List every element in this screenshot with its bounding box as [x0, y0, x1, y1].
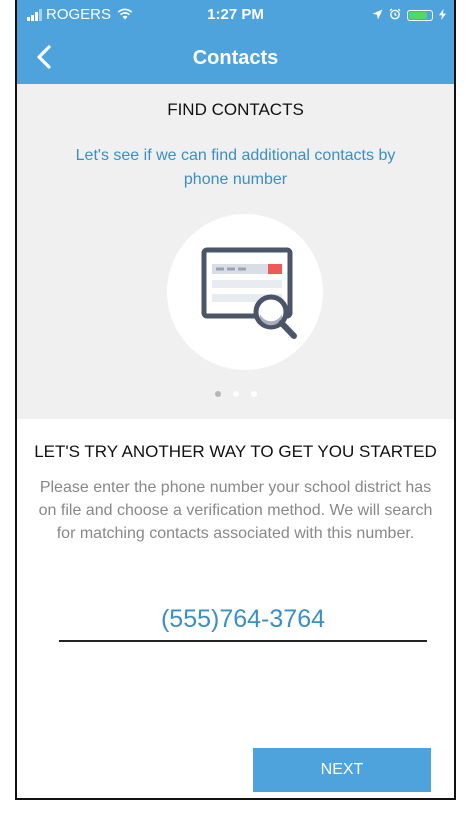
find-contacts-heading: FIND CONTACTS	[167, 100, 304, 119]
find-contacts-panel: FIND CONTACTS Let's see if we can find a…	[17, 84, 454, 419]
alternate-method-heading: LET'S TRY ANOTHER WAY TO GET YOU STARTED	[34, 442, 437, 461]
alternate-method-description: Please enter the phone number your schoo…	[38, 479, 433, 542]
alarm-icon	[389, 8, 401, 23]
status-bar: ROGERS 1:27 PM	[17, 0, 454, 34]
battery-icon	[407, 10, 433, 21]
nav-bar: Contacts	[17, 34, 454, 84]
status-right	[372, 8, 446, 23]
page-indicator	[17, 391, 454, 397]
page-dot[interactable]	[232, 391, 239, 397]
find-contacts-description: Let's see if we can find additional cont…	[75, 147, 396, 188]
page-dot[interactable]	[250, 391, 257, 397]
page-dot[interactable]	[214, 391, 221, 397]
battery-fill	[409, 12, 428, 19]
phone-screen: ROGERS 1:27 PM Contacts FIND CONTACTS Le…	[15, 0, 456, 800]
phone-number-input[interactable]	[59, 598, 427, 642]
charging-bolt-icon	[439, 8, 446, 23]
next-button[interactable]: NEXT	[253, 748, 431, 792]
illustration-circle	[167, 214, 323, 370]
location-arrow-icon	[372, 8, 383, 23]
page-title: Contacts	[192, 47, 279, 69]
